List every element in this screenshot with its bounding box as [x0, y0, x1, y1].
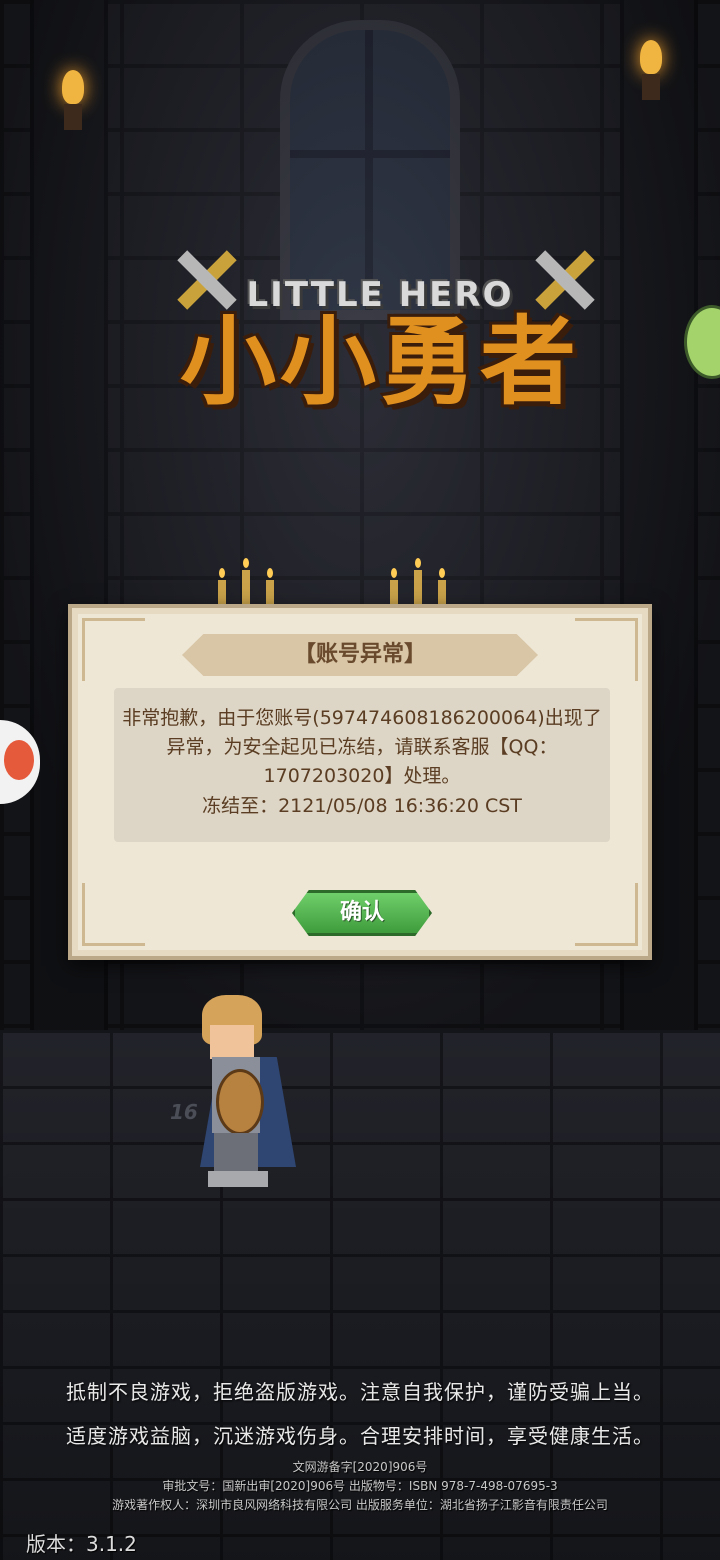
dialog-corner [82, 618, 145, 681]
torch-icon [58, 70, 88, 130]
copyright-info: 游戏著作权人：深圳市良风网络科技有限公司 出版服务单位：湖北省扬子江影音有限责任… [112, 1498, 608, 1512]
torch-icon [636, 40, 666, 100]
candelabra-right [384, 558, 454, 610]
confirm-button[interactable]: 确认 [292, 890, 432, 936]
candelabra-left [212, 558, 282, 610]
dialog-title: 【账号异常】 [293, 642, 426, 667]
hero-character [180, 995, 300, 1195]
dialog-message: 非常抱歉，由于您账号(597474608186200064)出现了异常，为安全起… [122, 707, 602, 787]
dialog-title-banner: 【账号异常】 [182, 634, 538, 676]
confirm-button-label: 确认 [339, 900, 384, 925]
dialog-corner [575, 883, 638, 946]
dialog-corner [82, 883, 145, 946]
dialog-corner [575, 618, 638, 681]
account-abnormal-dialog: 【账号异常】 非常抱歉，由于您账号(597474608186200064)出现了… [68, 604, 652, 960]
dialog-message-box: 非常抱歉，由于您账号(597474608186200064)出现了异常，为安全起… [114, 688, 610, 842]
game-scene: LITTLE HERO 小小勇者 16 【账号异常】 非常抱歉，由于您账号(59… [0, 0, 720, 1560]
health-notice-line-1: 抵制不良游戏，拒绝盗版游戏。注意自我保护，谨防受骗上当。 [66, 1380, 654, 1404]
shield-icon [216, 1069, 264, 1135]
logo-chinese-title: 小小勇者 [180, 306, 580, 418]
health-notice-line-2: 适度游戏益脑，沉迷游戏伤身。合理安排时间，享受健康生活。 [66, 1424, 654, 1448]
approval-info: 审批文号：国新出审[2020]906号 出版物号：ISBN 978-7-498-… [162, 1479, 558, 1493]
game-logo: LITTLE HERO 小小勇者 [120, 245, 640, 435]
record-number: 文网游备字[2020]906号 [292, 1460, 428, 1474]
version-label: 版本：3.1.2 [26, 1532, 137, 1556]
dialog-freeze-until: 冻结至：2121/05/08 16:36:20 CST [202, 795, 522, 817]
